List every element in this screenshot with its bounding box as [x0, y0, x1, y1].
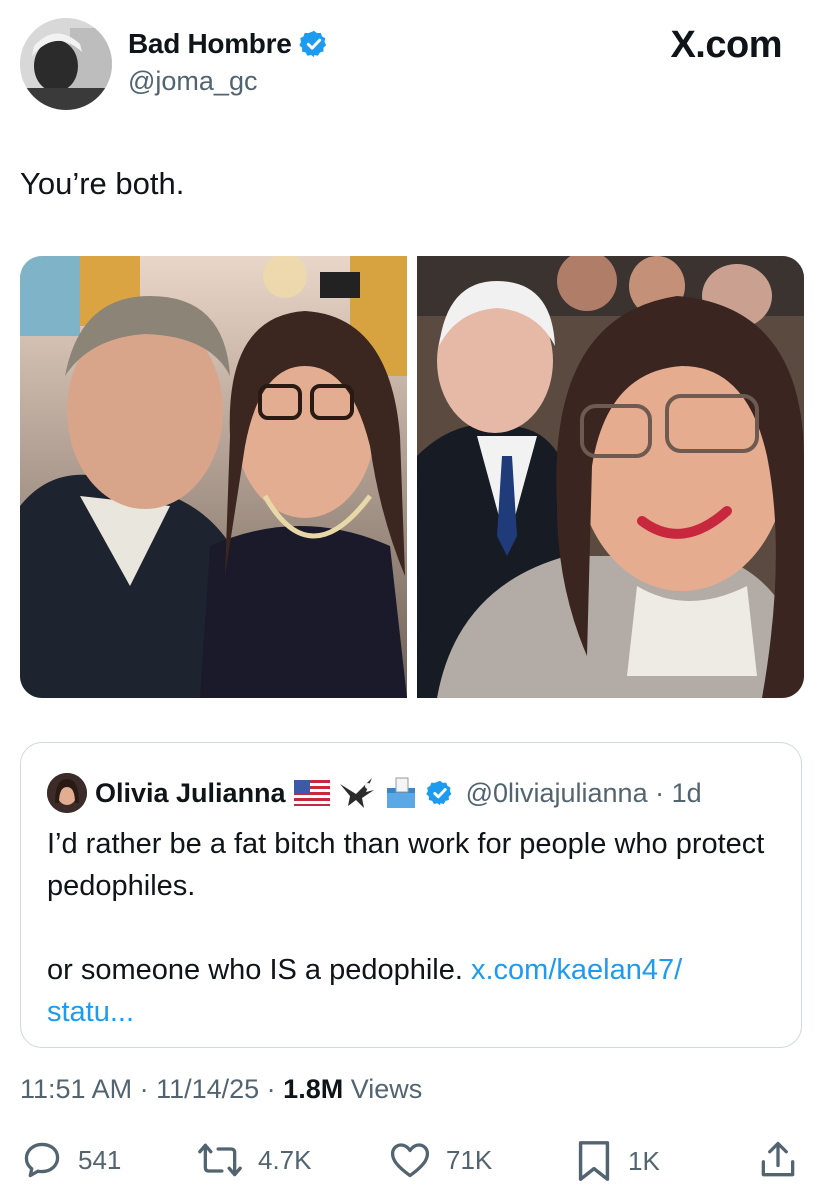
brand-watermark: X.com	[670, 24, 782, 66]
ballot-box-icon	[386, 777, 415, 808]
author-handle[interactable]: @joma_gc	[128, 66, 257, 97]
tweet-media[interactable]	[20, 256, 804, 698]
photo-selfie-left-icon	[20, 256, 407, 698]
quoted-text: I’d rather be a fat bitch than work for …	[47, 823, 767, 1033]
repost-count: 4.7K	[258, 1144, 312, 1175]
author-name[interactable]: Bad Hombre	[128, 28, 292, 60]
verified-badge-icon	[299, 30, 327, 58]
quoted-handle-time[interactable]: @0liviajulianna · 1d	[466, 778, 702, 809]
heart-icon	[390, 1143, 430, 1178]
views-label: Views	[343, 1074, 423, 1104]
photo-left[interactable]	[20, 256, 407, 698]
quoted-text-line2-prefix: or someone who IS a pedophile.	[47, 954, 471, 986]
bookmark-icon	[578, 1141, 610, 1181]
like-count: 71K	[446, 1144, 493, 1175]
us-flag-icon	[293, 780, 330, 806]
tweet-text: You’re both.	[20, 166, 185, 201]
photo-right[interactable]	[417, 256, 804, 698]
views-count: 1.8M	[283, 1074, 344, 1104]
share-icon	[761, 1141, 795, 1177]
tweet-time-date[interactable]: 11:51 AM · 11/14/25 ·	[20, 1074, 283, 1104]
share-button[interactable]	[756, 1138, 800, 1182]
avatar-image	[20, 18, 112, 110]
bookmark-button[interactable]: 1K	[574, 1138, 660, 1184]
eagle-icon	[339, 778, 374, 808]
photo-selfie-right-icon	[417, 256, 804, 698]
reply-icon	[24, 1142, 60, 1178]
verified-badge-icon	[425, 780, 451, 806]
reply-button[interactable]: 541	[20, 1138, 121, 1182]
bookmark-count: 1K	[628, 1145, 660, 1176]
reply-count: 541	[78, 1144, 122, 1175]
author-avatar[interactable]	[20, 18, 112, 110]
quoted-tweet[interactable]: Olivia Julianna @0liviajulianna · 1d I’d…	[20, 742, 802, 1048]
action-bar: 541 4.7K 71K 1K	[0, 1138, 822, 1188]
author-name-row: Bad Hombre	[128, 28, 329, 60]
quoted-author-name[interactable]: Olivia Julianna	[95, 778, 286, 809]
tweet-meta: 11:51 AM · 11/14/25 · 1.8M Views	[20, 1074, 422, 1105]
repost-icon	[198, 1143, 242, 1177]
quoted-avatar-image	[47, 773, 87, 813]
quoted-avatar[interactable]	[47, 773, 87, 813]
quoted-text-line1: I’d rather be a fat bitch than work for …	[47, 828, 765, 902]
quoted-text-line2: or someone who IS a pedophile. x.com/kae…	[47, 949, 767, 1033]
repost-button[interactable]: 4.7K	[196, 1138, 312, 1182]
quoted-header: Olivia Julianna @0liviajulianna · 1d	[47, 773, 702, 813]
like-button[interactable]: 71K	[388, 1138, 492, 1182]
